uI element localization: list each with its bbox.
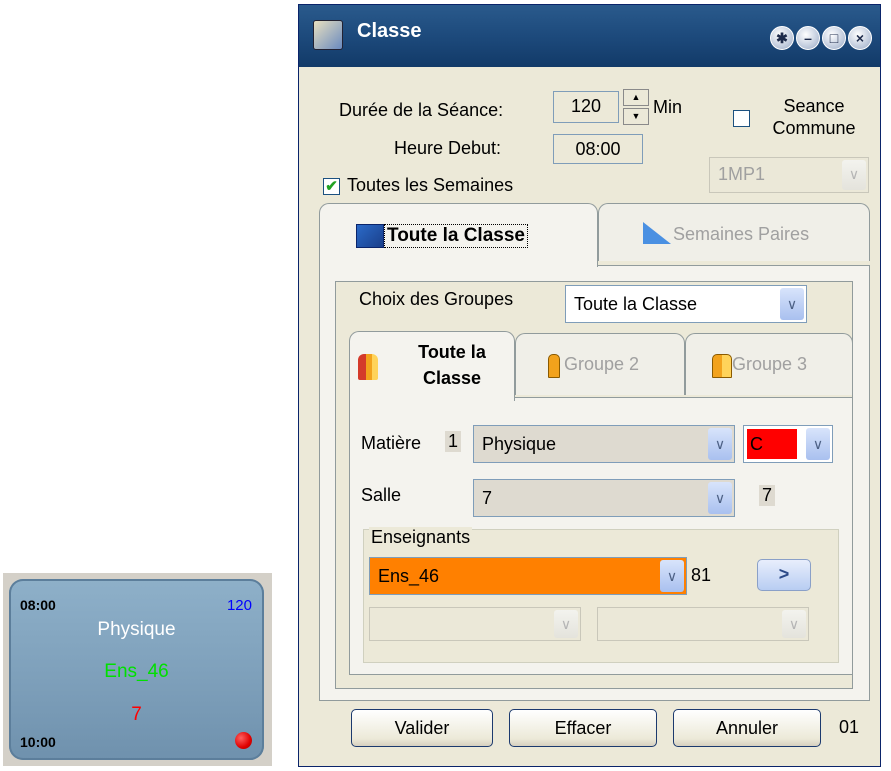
- tab-groupe-2-label: Groupe 2: [564, 354, 640, 374]
- window-title: Classe: [357, 20, 422, 42]
- footer-code: 01: [839, 717, 860, 737]
- matiere-label: Matière: [361, 433, 422, 453]
- matiere-number: 1: [445, 431, 462, 452]
- annuler-button[interactable]: Annuler: [673, 709, 821, 747]
- minimize-icon[interactable]: –: [796, 26, 820, 50]
- choix-groupes-label: Choix des Groupes: [359, 289, 514, 309]
- spin-down-icon[interactable]: ▼: [623, 108, 649, 125]
- chevron-down-icon[interactable]: ∨: [708, 482, 732, 514]
- toutes-semaines-checkbox[interactable]: ✔: [323, 178, 340, 195]
- duree-label: Durée de la Séance:: [339, 100, 504, 120]
- help-icon[interactable]: ✱: [770, 26, 794, 50]
- choix-groupes-combo[interactable]: Toute la Classe ∨: [565, 285, 807, 323]
- tab-groupe-3[interactable]: Groupe 3: [685, 333, 853, 395]
- go-button-label: >: [778, 564, 790, 584]
- enseignant-combo-3: ∨: [597, 607, 809, 641]
- people-icon: [712, 354, 732, 378]
- duree-input[interactable]: 120: [553, 91, 619, 123]
- close-icon[interactable]: ×: [848, 26, 872, 50]
- salle-combo[interactable]: 7 ∨: [473, 479, 735, 517]
- session-card-body: 08:00 120 Physique Ens_46 7 10:00: [9, 579, 264, 760]
- enseignant-count: 81: [691, 565, 712, 585]
- chevron-down-icon: ∨: [782, 610, 806, 638]
- tab-semaines-paires[interactable]: Semaines Paires: [598, 203, 870, 261]
- chevron-down-icon[interactable]: ∨: [708, 428, 732, 460]
- app-icon: [313, 20, 343, 50]
- choix-groupes-value: Toute la Classe: [574, 294, 698, 314]
- red-dot-icon: [235, 732, 252, 749]
- enseignants-group: [363, 529, 839, 663]
- matiere-combo[interactable]: Physique ∨: [473, 425, 735, 463]
- seance-commune-label: Seance Commune: [772, 96, 856, 138]
- salle-number: 7: [759, 485, 776, 506]
- card-duration: 120: [226, 597, 252, 614]
- tab-groupe-2[interactable]: Groupe 2: [515, 333, 685, 395]
- person-icon: [548, 354, 560, 378]
- salle-value: 7: [482, 488, 493, 508]
- tab-group-toute-la-classe[interactable]: Toute la Classe: [349, 331, 515, 401]
- chevron-right-icon[interactable]: >: [757, 559, 811, 591]
- card-subject: Physique: [97, 619, 176, 640]
- triangle-icon: [643, 222, 671, 244]
- tab-group-toute-la-classe-line1: Toute la: [418, 342, 486, 362]
- color-code: C: [750, 434, 763, 454]
- title-bar[interactable]: Classe ✱ – □ ×: [299, 5, 880, 67]
- chevron-down-icon[interactable]: ∨: [660, 560, 684, 592]
- tab-toute-la-classe[interactable]: Toute la Classe: [319, 203, 598, 267]
- enseignant-combo-2: ∨: [369, 607, 581, 641]
- tab-toute-la-classe-label: Toute la Classe: [384, 224, 528, 248]
- people-icon: [358, 354, 378, 380]
- tab-groupe-3-label: Groupe 3: [732, 354, 808, 374]
- toutes-semaines-label: Toutes les Semaines: [347, 175, 514, 195]
- enseignant-combo[interactable]: Ens_46 ∨: [369, 557, 687, 595]
- effacer-button[interactable]: Effacer: [509, 709, 657, 747]
- enseignant-value: Ens_46: [378, 566, 440, 586]
- card-teacher: Ens_46: [104, 661, 169, 682]
- chevron-down-icon: ∨: [554, 610, 578, 638]
- tab-semaines-paires-label: Semaines Paires: [673, 224, 810, 244]
- tab-group-toute-la-classe-line2: Classe: [422, 368, 482, 388]
- session-card[interactable]: 08:00 120 Physique Ens_46 7 10:00: [3, 573, 272, 766]
- maximize-icon[interactable]: □: [822, 26, 846, 50]
- spin-up-icon[interactable]: ▲: [623, 89, 649, 106]
- seance-commune-checkbox[interactable]: [733, 110, 750, 127]
- chevron-down-icon[interactable]: ∨: [806, 428, 830, 460]
- card-end-time: 10:00: [20, 734, 56, 750]
- week-combo-value: 1MP1: [718, 164, 766, 184]
- min-label: Min: [653, 97, 683, 117]
- card-start-time: 08:00: [20, 597, 56, 613]
- duree-stepper[interactable]: ▲ ▼: [623, 89, 649, 125]
- chevron-down-icon: ∨: [842, 160, 866, 190]
- matiere-value: Physique: [482, 434, 557, 454]
- heure-debut-input[interactable]: 08:00: [553, 134, 643, 164]
- salle-label: Salle: [361, 485, 402, 505]
- heure-debut-label: Heure Debut:: [394, 138, 502, 158]
- valider-button[interactable]: Valider: [351, 709, 493, 747]
- classe-window: Classe ✱ – □ × Durée de la Séance: 120 ▲…: [298, 4, 881, 767]
- enseignants-legend: Enseignants: [369, 527, 473, 548]
- classroom-icon: [356, 224, 384, 248]
- week-combo: 1MP1 ∨: [709, 157, 869, 193]
- color-combo[interactable]: C ∨: [743, 425, 833, 463]
- chevron-down-icon[interactable]: ∨: [780, 288, 804, 320]
- card-room: 7: [131, 704, 142, 725]
